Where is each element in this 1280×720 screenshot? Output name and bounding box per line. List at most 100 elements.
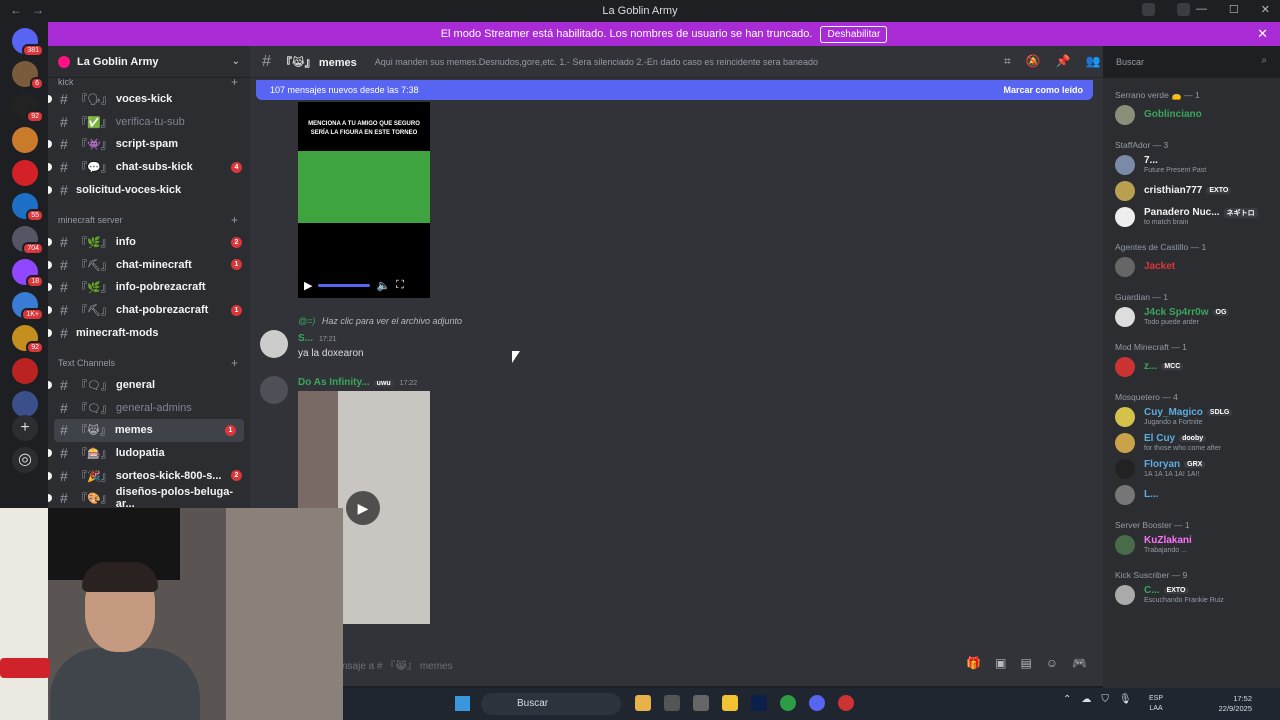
category-text-channels[interactable]: Text Channels + [48, 352, 250, 374]
threads-icon[interactable]: ⌗ [1004, 54, 1011, 69]
channel-chat-subs-kick[interactable]: # 『💬』 chat-subs-kick 4 [48, 156, 250, 179]
clock[interactable]: 17:52 22/9/2025 [1219, 694, 1252, 714]
fullscreen-icon[interactable]: ⛶ [396, 279, 404, 292]
maximize-icon[interactable]: ☐ [1229, 3, 1239, 16]
message-author[interactable]: S... 17:21 [298, 333, 337, 344]
windows-start-icon[interactable] [455, 696, 470, 711]
channel-dise-os-polos-beluga-ar-[interactable]: # 『🎨』 diseños-polos-beluga-ar... [48, 486, 250, 508]
category-minecraft[interactable]: minecraft server + [48, 209, 250, 231]
channel-verifica-tu-sub[interactable]: # 『✅』 verifica-tu-sub [48, 111, 250, 134]
close-icon[interactable]: ✕ [1257, 26, 1268, 42]
search-input[interactable]: Buscar ⌕ [1110, 53, 1273, 71]
volume-icon[interactable]: 🔈 [376, 279, 390, 292]
server-icon-discord-home[interactable]: 381 [12, 28, 44, 57]
member-item[interactable]: L... [1103, 482, 1280, 508]
channel-topic[interactable]: Aqui manden sus memes.Desnudos,gore,etc.… [375, 57, 818, 67]
terminal-icon[interactable] [693, 695, 709, 711]
channel-minecraft-mods[interactable]: # minecraft-mods [48, 321, 250, 344]
chrome-icon[interactable] [780, 695, 796, 711]
avatar[interactable] [260, 376, 288, 404]
add-channel-icon[interactable]: + [231, 75, 238, 89]
gift-icon[interactable]: 🎁 [966, 656, 981, 670]
photoshop-icon[interactable] [751, 695, 767, 711]
server-icon-server-12[interactable] [12, 391, 38, 417]
emoji-icon[interactable]: ☺ [1046, 656, 1058, 670]
explore-icon[interactable]: ◎ [12, 447, 38, 473]
channel-voces-kick[interactable]: # 『🗣』 voces-kick [48, 88, 250, 111]
mark-read-button[interactable]: Marcar como leído [1003, 85, 1083, 95]
channel-general[interactable]: # 『🗨』 general [48, 374, 250, 397]
server-icon-server-5[interactable] [12, 160, 38, 186]
video-attachment[interactable]: MENCIONA A TU AMIGO QUE SEGURO SERÍA LA … [298, 102, 430, 298]
file-explorer-icon[interactable] [722, 695, 738, 711]
gif-icon[interactable]: ▣ [995, 656, 1006, 670]
mic-icon[interactable]: 🎙 [1119, 694, 1132, 705]
server-icon-server-9[interactable]: 1K+ [12, 292, 44, 321]
server-icon-server-2[interactable]: 6 [12, 61, 44, 90]
add-channel-icon[interactable]: + [231, 213, 238, 227]
shield-icon[interactable]: ⛉ [1101, 694, 1109, 705]
cloud-icon[interactable]: ☁ [1081, 694, 1091, 705]
server-header[interactable]: La Goblin Army ⌄ [48, 46, 250, 78]
member-item[interactable]: Panadero Nuc... ネギトロ to match brain [1103, 204, 1280, 230]
member-item[interactable]: Jacket [1103, 254, 1280, 280]
message-composer[interactable]: nsaje a # 『😹』 memes 🎁 ▣ ▤ ☺ 🎮 [250, 650, 1103, 678]
app-icon[interactable] [838, 695, 854, 711]
member-item[interactable]: Cuy_Magico SDLG Jugando a Fortnite [1103, 404, 1280, 430]
channel-ludopatia[interactable]: # 『🎰』 ludopatia [48, 442, 250, 465]
channel-memes[interactable]: # 『😹』 memes 1 [54, 419, 244, 442]
channel-info[interactable]: # 『🌿』 info 2 [48, 231, 250, 254]
reply-preview[interactable]: @=) Haz clic para ver el archivo adjunto [298, 316, 462, 326]
category-kick[interactable]: kick + [48, 75, 250, 89]
minimize-icon[interactable]: — [1196, 3, 1207, 16]
member-item[interactable]: z... MCC [1103, 354, 1280, 380]
taskbar-search[interactable]: Buscar [481, 693, 621, 715]
channel-sorteos-kick-800-s-[interactable]: # 『🎉』 sorteos-kick-800-s... 2 [48, 464, 250, 487]
member-item[interactable]: KuZlakani Trabajando ... [1103, 532, 1280, 558]
streamer-mode-banner: El modo Streamer está habilitado. Los no… [48, 22, 1280, 46]
member-item[interactable]: Floryan GRX 1A 1A 1A 1A! 1A!! [1103, 456, 1280, 482]
message-author[interactable]: Do As Infinity... uwu 17:22 [298, 377, 417, 388]
server-icon-server-3[interactable]: 92 [12, 94, 44, 123]
task-view-icon[interactable] [664, 695, 680, 711]
language-indicator[interactable]: ESP LAA [1149, 694, 1163, 714]
server-icon-server-4[interactable] [12, 127, 38, 153]
member-item[interactable]: 7... Future Present Past [1103, 152, 1280, 178]
discord-icon[interactable] [809, 695, 825, 711]
close-window-icon[interactable]: ✕ [1261, 3, 1270, 16]
channel-chat-pobrezacraft[interactable]: # 『⛏』 chat-pobrezacraft 1 [48, 299, 250, 322]
server-icon-server-6[interactable]: 55 [12, 193, 44, 222]
notifications-icon[interactable]: 🔕 [1026, 54, 1041, 69]
channel-chat-minecraft[interactable]: # 『⛏』 chat-minecraft 1 [48, 254, 250, 277]
inbox-icon[interactable] [1142, 3, 1155, 16]
sticker-icon[interactable]: ▤ [1020, 656, 1031, 670]
server-icon-server-7[interactable]: 704 [12, 226, 44, 255]
volume-slider[interactable] [318, 284, 371, 287]
member-item[interactable]: J4ck Sp4rr0w OG Todo puede arder [1103, 304, 1280, 330]
disable-streamer-button[interactable]: Deshabilitar [820, 25, 888, 43]
add-channel-icon[interactable]: + [231, 356, 238, 370]
member-item[interactable]: Goblinciano [1103, 102, 1280, 128]
chevron-up-icon[interactable]: ⌃ [1063, 694, 1071, 705]
add-server-icon[interactable]: + [12, 415, 38, 441]
play-icon[interactable]: ▶ [346, 491, 380, 525]
member-item[interactable]: El Cuy dooby for those who come after [1103, 430, 1280, 456]
channel-general-admins[interactable]: # 『🗨』 general-admins [48, 397, 250, 420]
avatar[interactable] [260, 330, 288, 358]
member-item[interactable]: cristhian777 EXTO [1103, 178, 1280, 204]
pin-icon[interactable]: 📌 [1056, 54, 1071, 69]
new-messages-bar[interactable]: 107 mensajes nuevos desde las 7:38 Marca… [256, 80, 1093, 100]
channel-info-pobrezacraft[interactable]: # 『🌿』 info-pobrezacraft [48, 276, 250, 299]
server-icon-server-8[interactable]: 18 [12, 259, 44, 288]
apps-icon[interactable]: 🎮 [1072, 656, 1087, 670]
channel-script-spam[interactable]: # 『👾』 script-spam [48, 133, 250, 156]
play-icon[interactable]: ▶ [304, 279, 312, 292]
server-icon-server-11[interactable] [12, 358, 38, 384]
members-icon[interactable]: 👥 [1086, 54, 1101, 69]
member-item[interactable]: C... EXTO Escuchando Frankie Ruiz [1103, 582, 1280, 608]
channel-solicitud-voces-kick[interactable]: # solicitud-voces-kick [48, 178, 250, 201]
server-icon-server-10[interactable]: 92 [12, 325, 44, 354]
chevron-down-icon[interactable]: ⌄ [232, 56, 240, 67]
widget-icon[interactable] [635, 695, 651, 711]
help-icon[interactable] [1177, 3, 1190, 16]
